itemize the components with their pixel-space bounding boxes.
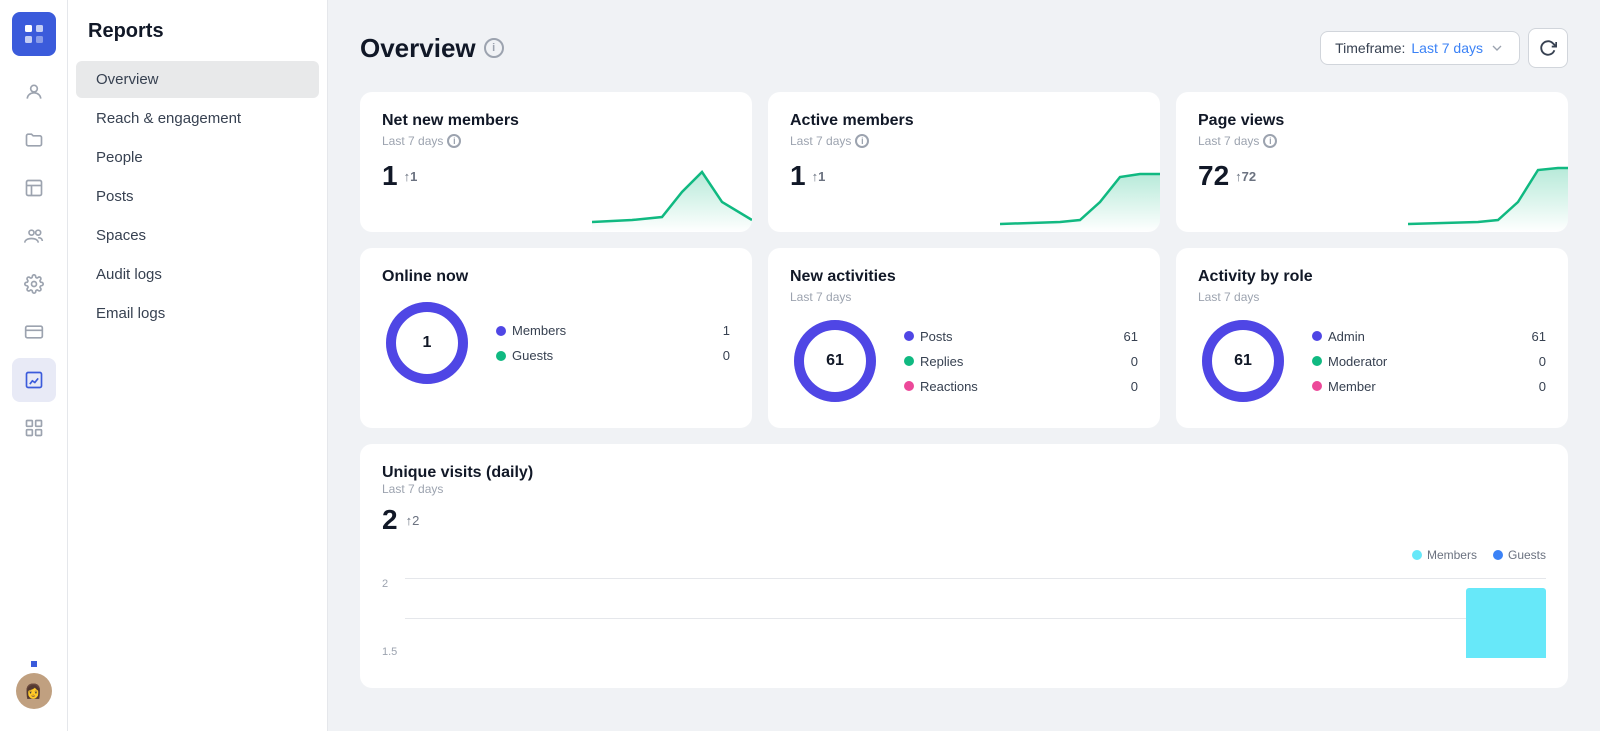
online-now-donut: 1	[382, 298, 472, 388]
online-now-value: 1	[423, 334, 432, 352]
page-views-subtitle: Last 7 days i	[1198, 134, 1546, 148]
activity-by-role-card: Activity by role Last 7 days 61 Admin	[1176, 248, 1568, 428]
bar-chart-bar	[1466, 588, 1546, 658]
nav-item-email[interactable]: Email logs	[76, 295, 319, 332]
layout-nav-icon[interactable]	[12, 166, 56, 210]
main-content: Overview i Timeframe: Last 7 days Net ne	[328, 0, 1600, 731]
nav-item-overview[interactable]: Overview	[76, 61, 319, 98]
reports-nav-icon[interactable]	[12, 358, 56, 402]
net-new-info-icon[interactable]: i	[447, 134, 461, 148]
active-members-title: Active members	[790, 112, 1138, 130]
user-avatar[interactable]: 👩	[16, 673, 52, 709]
logo-icon[interactable]	[12, 12, 56, 56]
y-label-15: 1.5	[382, 646, 397, 658]
activity-by-role-legend: Admin 61 Moderator 0 M	[1312, 329, 1546, 394]
legend-item-moderator: Moderator 0	[1312, 354, 1546, 369]
net-new-members-title: Net new members	[382, 112, 730, 130]
nav-sidebar: Reports Overview Reach & engagement Peop…	[68, 0, 328, 731]
person-nav-icon[interactable]	[12, 70, 56, 114]
nav-item-people[interactable]: People	[76, 139, 319, 176]
net-new-members-chart	[592, 152, 752, 232]
members-legend-dot	[1412, 550, 1422, 560]
unique-visits-change: ↑2	[406, 513, 420, 528]
y-label-2: 2	[382, 578, 397, 590]
legend-item-guests: Guests 0	[496, 348, 730, 363]
reactions-dot	[904, 381, 914, 391]
page-views-title: Page views	[1198, 112, 1546, 130]
apps-nav-icon[interactable]	[12, 406, 56, 450]
timeframe-value: Last 7 days	[1411, 40, 1483, 56]
guests-legend-dot	[1493, 550, 1503, 560]
page-views-chart	[1408, 152, 1568, 232]
legend-item-member: Member 0	[1312, 379, 1546, 394]
guests-dot	[496, 351, 506, 361]
replies-dot	[904, 356, 914, 366]
net-new-members-card: Net new members Last 7 days i 1 ↑1	[360, 92, 752, 232]
nav-item-audit[interactable]: Audit logs	[76, 256, 319, 293]
new-activities-legend: Posts 61 Replies 0 Rea	[904, 329, 1138, 394]
active-members-info-icon[interactable]: i	[855, 134, 869, 148]
nav-item-spaces[interactable]: Spaces	[76, 217, 319, 254]
legend-item-replies: Replies 0	[904, 354, 1138, 369]
new-activities-subtitle: Last 7 days	[790, 290, 1138, 304]
activity-by-role-title: Activity by role	[1198, 268, 1546, 286]
unique-visits-legend: Members Guests	[1412, 548, 1546, 562]
icon-sidebar: 👩	[0, 0, 68, 731]
refresh-icon	[1539, 39, 1557, 57]
settings-nav-icon[interactable]	[12, 262, 56, 306]
unique-visits-chart-area: 2 1.5	[382, 578, 1546, 668]
net-new-members-change: ↑1	[404, 169, 418, 184]
page-views-card: Page views Last 7 days i 72 ↑72	[1176, 92, 1568, 232]
group-nav-icon[interactable]	[12, 214, 56, 258]
net-new-members-subtitle: Last 7 days i	[382, 134, 730, 148]
active-members-change: ↑1	[812, 169, 826, 184]
refresh-button[interactable]	[1528, 28, 1568, 68]
legend-item-reactions: Reactions 0	[904, 379, 1138, 394]
moderator-dot	[1312, 356, 1322, 366]
unique-visits-subtitle: Last 7 days	[382, 482, 1546, 496]
active-members-subtitle: Last 7 days i	[790, 134, 1138, 148]
donut-cards-grid: Online now 1 Members 1	[360, 248, 1568, 428]
activity-by-role-donut: 61	[1198, 316, 1288, 406]
timeframe-label: Timeframe:	[1335, 40, 1405, 56]
legend-item-admin: Admin 61	[1312, 329, 1546, 344]
active-members-card: Active members Last 7 days i 1 ↑1	[768, 92, 1160, 232]
nav-item-reach[interactable]: Reach & engagement	[76, 100, 319, 137]
online-now-card: Online now 1 Members 1	[360, 248, 752, 428]
legend-item-members: Members 1	[496, 323, 730, 338]
page-views-change: ↑72	[1235, 169, 1256, 184]
posts-dot	[904, 331, 914, 341]
online-now-legend: Members 1 Guests 0	[496, 323, 730, 363]
folder-nav-icon[interactable]	[12, 118, 56, 162]
page-title: Overview	[360, 33, 476, 64]
members-dot	[496, 326, 506, 336]
new-activities-title: New activities	[790, 268, 1138, 286]
nav-title: Reports	[68, 20, 327, 59]
unique-visits-title: Unique visits (daily)	[382, 464, 1546, 482]
unique-visits-value: 2	[382, 504, 398, 536]
unique-visits-card: Unique visits (daily) Last 7 days 2 ↑2 M…	[360, 444, 1568, 688]
timeframe-selector: Timeframe: Last 7 days	[1320, 28, 1568, 68]
member-dot	[1312, 381, 1322, 391]
online-now-title: Online now	[382, 268, 730, 286]
card-nav-icon[interactable]	[12, 310, 56, 354]
overview-info-icon[interactable]: i	[484, 38, 504, 58]
stats-grid: Net new members Last 7 days i 1 ↑1	[360, 92, 1568, 232]
admin-dot	[1312, 331, 1322, 341]
new-activities-card: New activities Last 7 days 61 Posts	[768, 248, 1160, 428]
new-activities-value: 61	[826, 352, 844, 370]
new-activities-donut: 61	[790, 316, 880, 406]
activity-by-role-subtitle: Last 7 days	[1198, 290, 1546, 304]
chevron-icon	[1489, 40, 1505, 56]
active-members-chart	[1000, 152, 1160, 232]
page-header: Overview i Timeframe: Last 7 days	[360, 28, 1568, 68]
page-views-info-icon[interactable]: i	[1263, 134, 1277, 148]
activity-by-role-value: 61	[1234, 352, 1252, 370]
nav-item-posts[interactable]: Posts	[76, 178, 319, 215]
legend-item-posts: Posts 61	[904, 329, 1138, 344]
timeframe-dropdown[interactable]: Timeframe: Last 7 days	[1320, 31, 1520, 65]
